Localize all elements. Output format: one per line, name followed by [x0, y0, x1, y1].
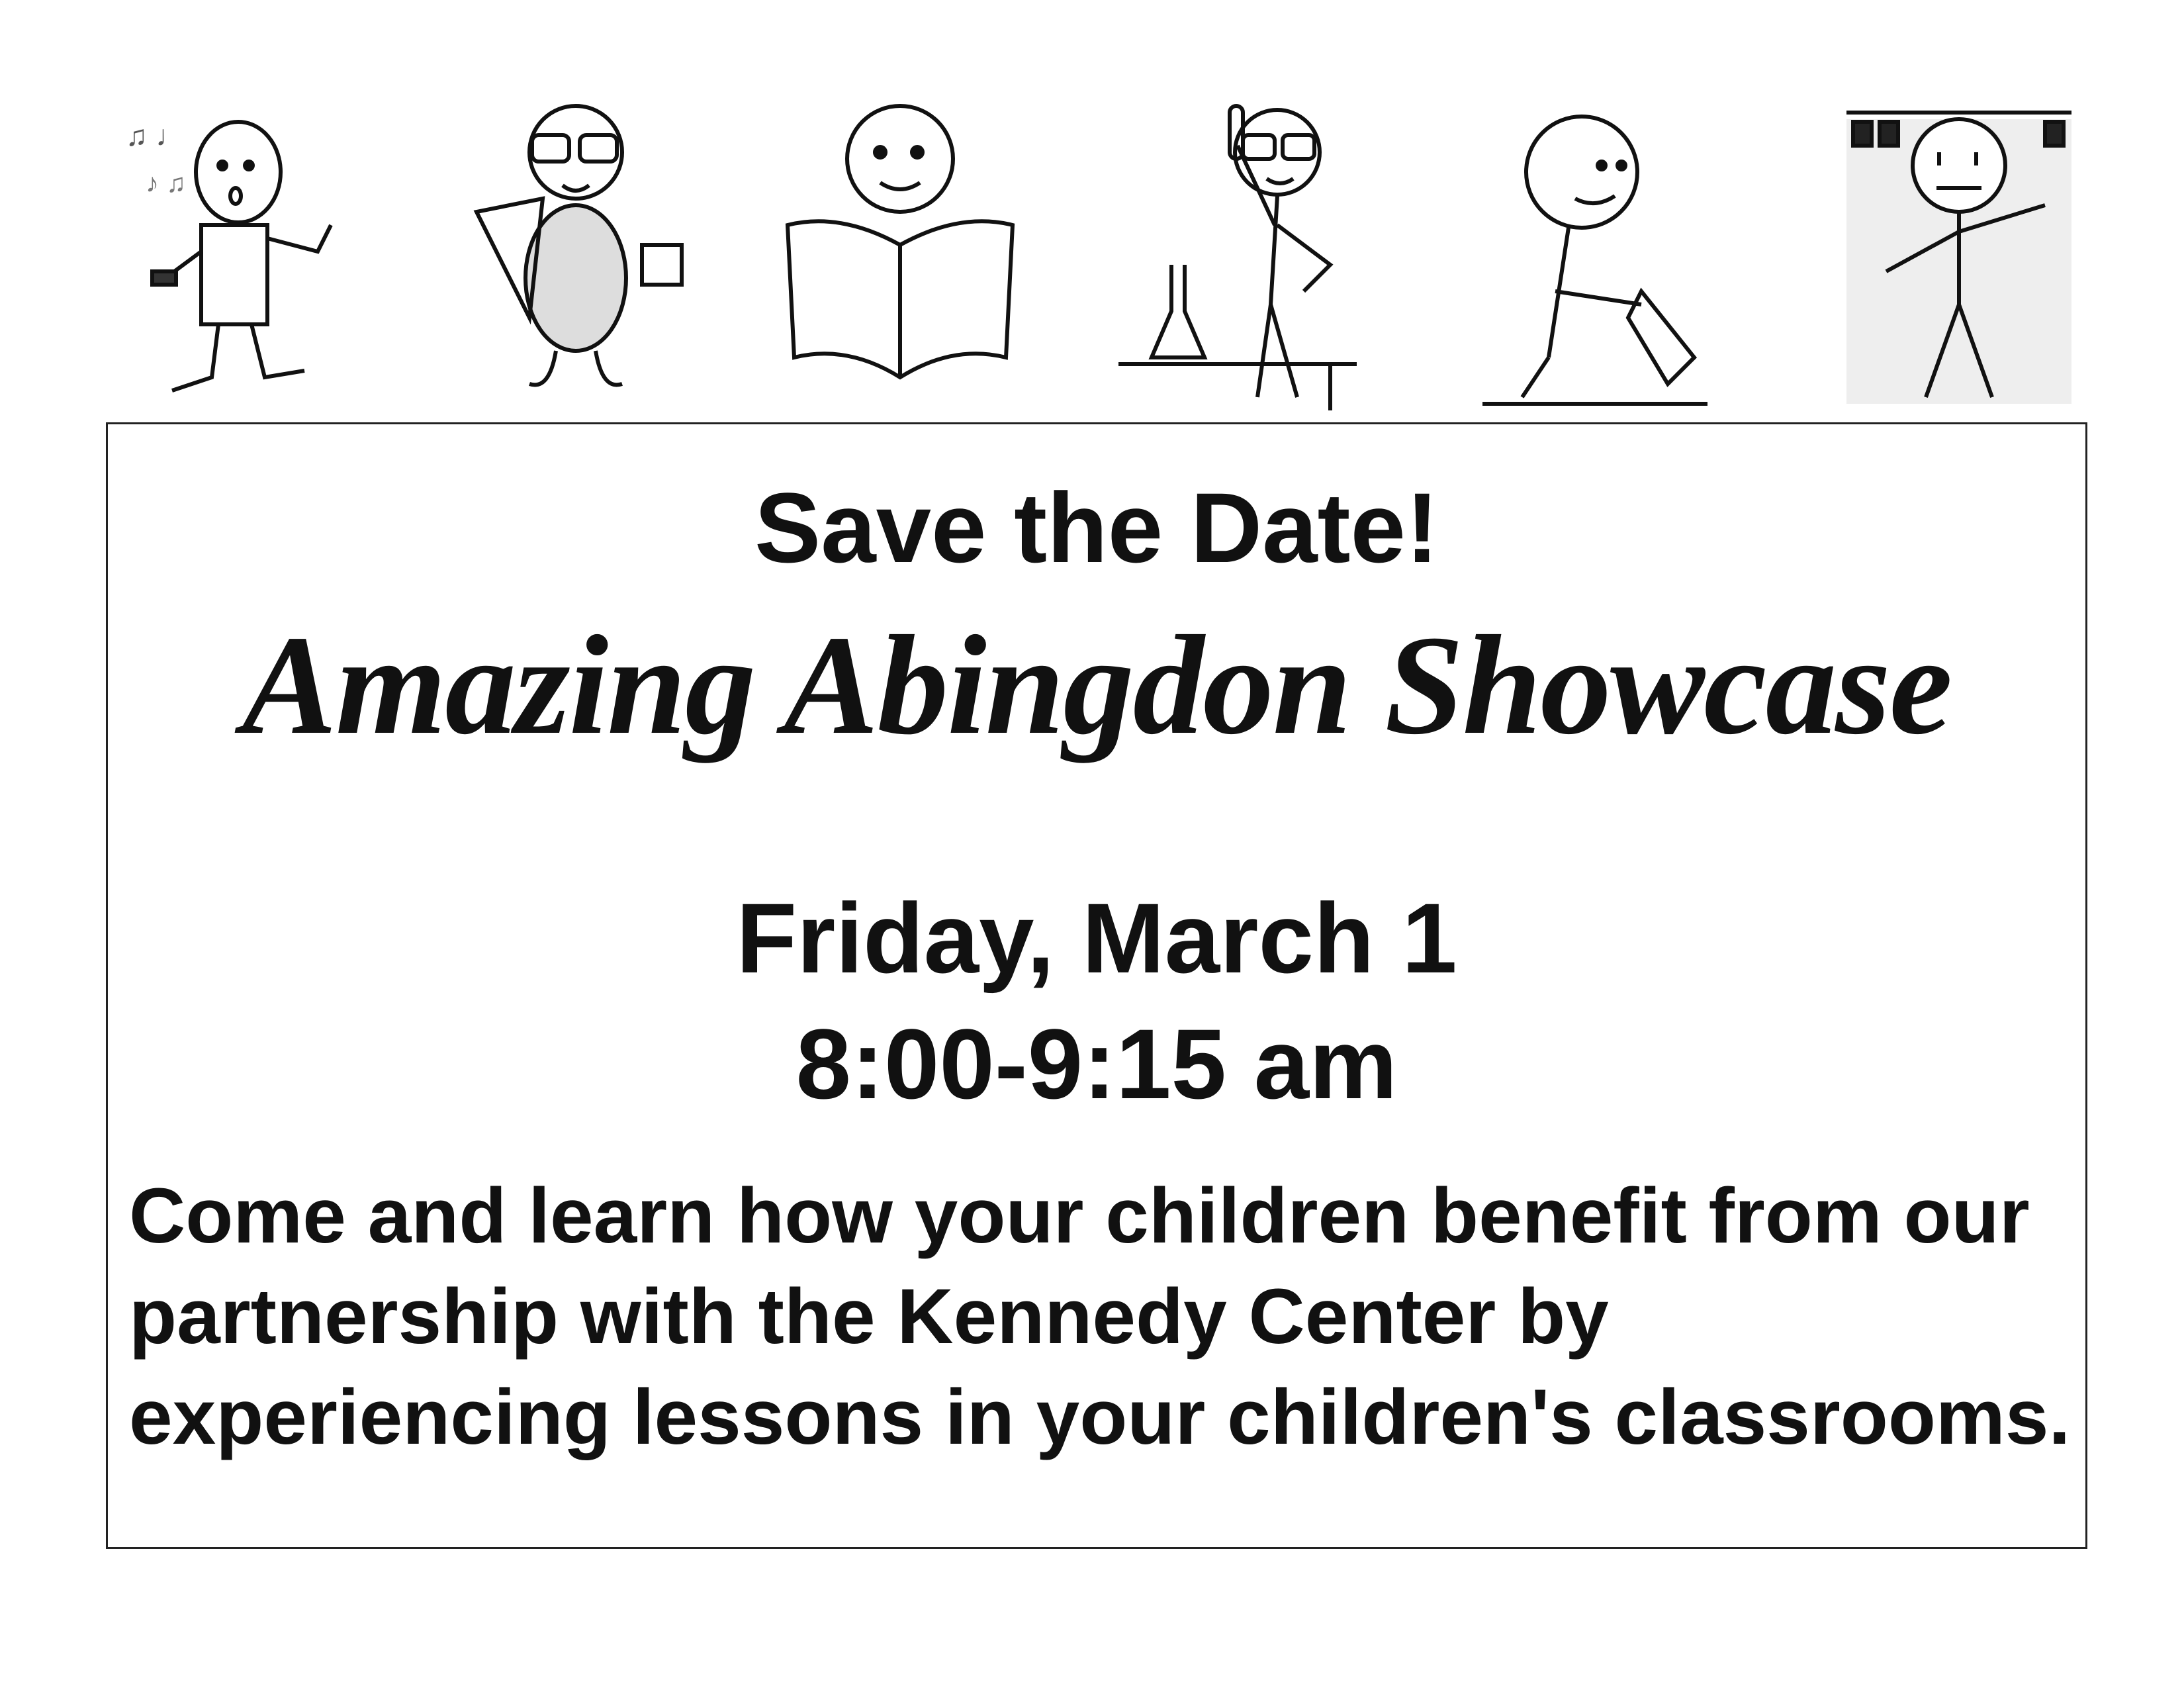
- science-figure-illustration: [1118, 93, 1370, 410]
- save-the-date-heading: Save the Date!: [754, 472, 1439, 583]
- stage-figure-illustration: [1833, 93, 2085, 410]
- description-line: partnership with the Kennedy Center by: [129, 1273, 1609, 1360]
- svg-text:♪ ♫: ♪ ♫: [146, 169, 186, 198]
- svg-text:♫ ♩: ♫ ♩: [126, 120, 185, 152]
- event-date: Friday, March 1: [736, 882, 1457, 994]
- description-line: Come and learn how your children benefit…: [129, 1172, 2030, 1260]
- event-title: Amazing Abingdon Showcase: [242, 606, 1953, 764]
- event-description: Come and learn how your children benefit…: [129, 1166, 2070, 1468]
- singing-figure-illustration: ♫ ♩ ♪ ♫: [119, 93, 371, 410]
- writing-figure-illustration: [1469, 93, 1721, 410]
- event-time: 8:00-9:15 am: [796, 1008, 1398, 1119]
- math-figure-illustration: [450, 93, 702, 410]
- event-info-box: Save the Date! Amazing Abingdon Showcase…: [106, 422, 2087, 1549]
- description-line: experiencing lessons in your children's …: [129, 1374, 2071, 1461]
- reading-figure-illustration: [774, 93, 1026, 410]
